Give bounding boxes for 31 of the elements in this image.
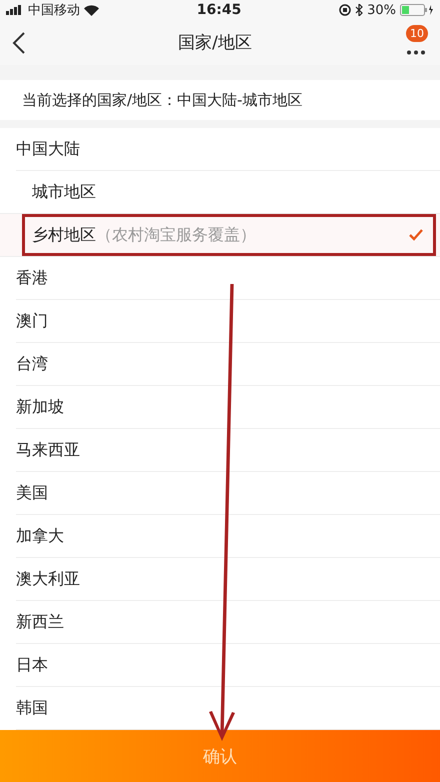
region-item[interactable]: 乡村地区（农村淘宝服务覆盖） [0,214,440,257]
clock-time: 16:45 [196,2,242,18]
wifi-icon [84,4,99,16]
bluetooth-icon [355,4,364,16]
lock-rotation-icon [339,4,352,16]
region-name: 香港 [16,268,48,288]
region-note: （农村淘宝服务覆盖） [96,224,256,246]
region-name: 城市地区 [32,182,96,202]
region-name: 马来西亚 [16,440,80,460]
region-name: 加拿大 [16,526,64,546]
region-item[interactable]: 城市地区 [0,171,440,214]
check-icon [408,228,424,242]
region-name: 澳门 [16,310,48,332]
current-selection: 当前选择的国家/地区：中国大陆-城市地区 [0,80,440,120]
region-name: 韩国 [16,698,48,718]
region-name: 澳大利亚 [16,568,80,590]
back-icon[interactable] [12,32,26,54]
carrier-name: 中国移动 [28,2,80,19]
region-name: 新加坡 [16,396,64,418]
region-name: 乡村地区 [32,224,96,246]
page-title: 国家/地区 [178,32,252,54]
region-name: 美国 [16,482,48,504]
more-icon[interactable] [406,50,426,54]
battery-icon [400,4,434,16]
region-name: 台湾 [16,354,48,374]
notification-badge: 10 [406,24,428,42]
region-name: 日本 [16,654,48,676]
battery-percent: 30% [367,2,396,18]
signal-icon [6,5,24,15]
region-name: 新西兰 [16,612,64,632]
region-name: 中国大陆 [16,138,80,160]
